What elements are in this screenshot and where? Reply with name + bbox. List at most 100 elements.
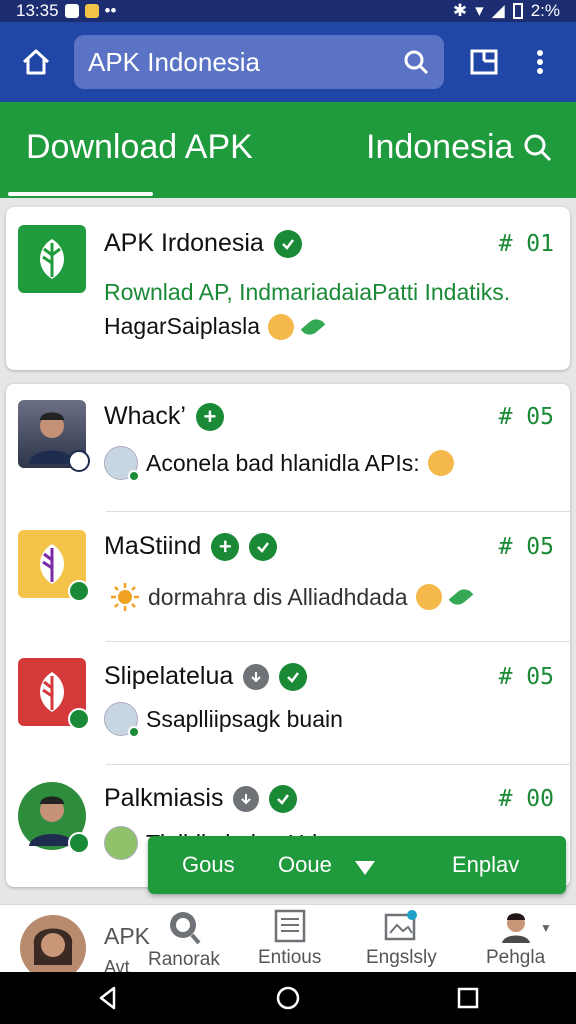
notification-u-icon <box>64 4 79 18</box>
search-query: APK Indonesia <box>88 46 261 77</box>
nav-item-pehgla[interactable]: Pehgla <box>486 909 545 969</box>
bluetooth-icon: ✱ <box>452 1 468 20</box>
profile-nav-item[interactable]: APK Avt <box>20 915 160 981</box>
app-name: Slipelatelua <box>104 662 234 690</box>
mini-avatar <box>104 446 140 482</box>
action-item-ooue[interactable]: Ooue <box>278 852 332 878</box>
home-button[interactable] <box>14 40 58 84</box>
home-circle-icon[interactable] <box>276 986 300 1010</box>
smiley-emoji-icon <box>267 313 294 340</box>
badge-icon <box>68 708 90 730</box>
divider <box>106 764 570 765</box>
leaf-emoji-icon <box>448 585 473 609</box>
app-name: Palkmiasis <box>104 784 224 812</box>
status-bar: 13:35 •• ✱ ▾ ◢ 2:% <box>0 0 576 22</box>
divider <box>106 641 570 642</box>
battery-icon <box>512 3 523 19</box>
gallery-icon <box>385 910 418 941</box>
app-rank: # 05 <box>498 404 554 430</box>
caret-down-icon[interactable] <box>354 856 376 882</box>
app-avatar <box>18 400 90 472</box>
add-icon[interactable]: + <box>211 532 240 561</box>
status-time: 13:35 <box>16 1 59 20</box>
app-description-row: Aconela bad hlanidla APIs: <box>104 446 454 482</box>
app-name: Whack’ <box>104 402 186 430</box>
featured-description: HagarSaiplasla <box>104 313 260 339</box>
verified-icon <box>269 784 298 813</box>
more-options-button[interactable] <box>518 40 562 84</box>
notification-app-icon <box>84 4 99 18</box>
app-description: Ssaplliipsagk buain <box>146 705 343 732</box>
app-description-row: dormahra dis Alliadhdada <box>110 582 473 612</box>
nav-item-ranorak[interactable]: Ranorak <box>148 909 220 971</box>
app-description-row: Ssaplliipsagk buain <box>104 702 343 738</box>
wifi-icon: ▾ <box>475 1 484 20</box>
recents-icon[interactable] <box>456 986 480 1010</box>
app-description: dormahra dis Alliadhdada <box>148 583 408 610</box>
smiley-emoji-icon <box>427 450 454 476</box>
tab-bar: Download APK Indonesia <box>0 102 576 198</box>
verified-icon <box>249 532 278 561</box>
dropdown-arrow-icon[interactable]: ▼ <box>540 921 552 935</box>
action-item-enplav[interactable]: Enplav <box>452 852 519 878</box>
app-name-row: MaStiind + <box>104 532 278 561</box>
app-name-row: Slipelatelua <box>104 662 308 691</box>
tab-download-apk[interactable]: Download APK <box>26 128 253 167</box>
list-icon <box>274 909 305 943</box>
signal-icon: ◢ <box>491 1 505 20</box>
mini-avatar <box>104 702 140 738</box>
back-icon[interactable] <box>96 986 120 1010</box>
divider <box>106 511 570 512</box>
app-rank: # 00 <box>498 786 554 812</box>
badge-icon <box>68 580 90 602</box>
featured-app-card[interactable]: APK Irdonesia # 01 Rownlad AP, Indmariad… <box>6 207 570 370</box>
app-description: Aconela bad hlanidla APIs: <box>146 449 420 476</box>
verified-icon <box>273 229 302 258</box>
sun-icon <box>111 583 139 611</box>
search-icon[interactable] <box>523 133 553 163</box>
tabs-button[interactable] <box>462 40 506 84</box>
app-logo <box>18 658 90 730</box>
nav-item-entious[interactable]: Entious <box>258 909 321 969</box>
search-icon[interactable] <box>402 48 430 76</box>
tab-download-apk-label: Download APK <box>26 128 253 166</box>
smiley-emoji-icon <box>415 584 442 610</box>
nav-label: Entious <box>258 947 322 968</box>
leaf-logo-icon <box>40 544 64 584</box>
featured-app-name: APK Irdonesia <box>104 229 302 258</box>
verified-icon <box>279 662 308 691</box>
app-list-card: Whack’ + # 05 Aconela bad hlanidla APIs:… <box>6 384 570 887</box>
tab-indonesia-label: Indonesia <box>366 128 514 166</box>
action-item-gous[interactable]: Gous <box>182 852 235 878</box>
active-tab-indicator <box>8 192 153 196</box>
home-icon <box>22 49 50 75</box>
nav-item-engslsly[interactable]: Engslsly <box>366 909 437 969</box>
nav-label: Ranorak <box>148 949 220 970</box>
leaf-logo-icon <box>40 239 64 279</box>
app-name-row: Whack’ + <box>104 402 224 431</box>
badge-icon <box>68 832 90 854</box>
system-navigation-bar <box>0 972 576 1024</box>
search-input[interactable]: APK Indonesia <box>74 35 444 89</box>
app-name-row: Palkmiasis <box>104 784 298 813</box>
apk-indonesia-logo <box>18 225 86 293</box>
leaf-emoji-icon <box>300 314 326 339</box>
nav-label: Pehgla <box>486 947 546 968</box>
more-notifications-icon: •• <box>104 1 117 20</box>
add-icon[interactable]: + <box>195 402 224 431</box>
tabs-icon <box>470 49 498 75</box>
featured-title: APK Irdonesia <box>104 229 264 257</box>
more-vert-icon <box>537 50 543 74</box>
app-logo <box>18 530 90 602</box>
mini-avatar <box>104 826 138 860</box>
app-bar: APK Indonesia <box>0 22 576 102</box>
battery-percent: 2:% <box>530 1 560 20</box>
app-avatar <box>18 782 90 854</box>
leaf-logo-icon <box>40 672 64 712</box>
nav-label: Engslsly <box>366 947 437 968</box>
tab-indonesia[interactable]: Indonesia <box>366 128 553 167</box>
app-name: MaStiind <box>104 532 202 560</box>
bottom-nav: APK Avt Ranorak Entious Engslsly Pehgla … <box>0 904 576 981</box>
featured-subtitle: Rownlad AP, IndmariadaiaPatti Indatiks. <box>104 279 511 305</box>
app-rank: # 05 <box>498 664 554 690</box>
